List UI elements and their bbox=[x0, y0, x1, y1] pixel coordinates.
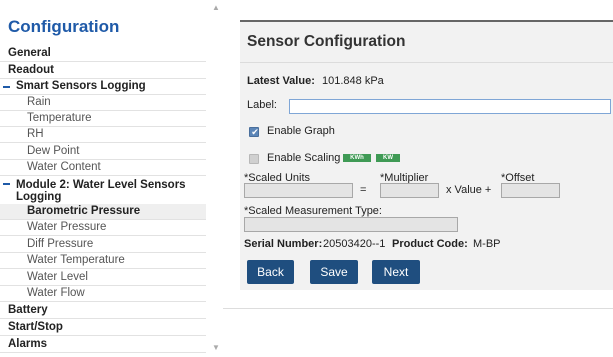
content-divider bbox=[223, 308, 613, 309]
sidebar-item-label: Barometric Pressure bbox=[27, 205, 141, 217]
panel-title: Sensor Configuration bbox=[247, 33, 406, 50]
sidebar-item-label: Smart Sensors Logging bbox=[16, 80, 146, 92]
sidebar-item-alarms[interactable]: Alarms bbox=[0, 337, 206, 353]
check-mark-icon: ✔ bbox=[251, 127, 259, 137]
sidebar-group-module-2[interactable]: Module 2: Water Level Sensors Logging bbox=[0, 177, 206, 205]
sidebar-item-label: Dew Point bbox=[27, 145, 80, 157]
sidebar-item-label: Readout bbox=[8, 64, 54, 76]
scroll-down-arrow-icon[interactable]: ▼ bbox=[212, 343, 220, 352]
sensor-configuration-panel: Sensor Configuration Latest Value: 101.8… bbox=[240, 20, 613, 290]
sidebar-item-general[interactable]: General bbox=[0, 46, 206, 62]
panel-divider bbox=[240, 62, 613, 63]
sidebar-item-barometric-pressure[interactable]: Barometric Pressure bbox=[0, 204, 206, 220]
sidebar-item-label: Water Flow bbox=[27, 287, 85, 299]
sidebar-title: Configuration bbox=[8, 17, 120, 36]
enable-graph-checkbox[interactable]: ✔ bbox=[249, 127, 259, 137]
scroll-up-arrow-icon[interactable]: ▲ bbox=[212, 3, 220, 12]
sidebar-item-label: Water Pressure bbox=[27, 221, 107, 233]
kwh-unit-badge[interactable]: KWh bbox=[343, 154, 371, 162]
next-button[interactable]: Next bbox=[372, 260, 420, 284]
product-code-value: M-BP bbox=[473, 238, 501, 250]
sidebar-scrollbar[interactable]: ▲ ▼ bbox=[211, 0, 223, 357]
sidebar-item-label: Temperature bbox=[27, 112, 92, 124]
enable-scaling-checkbox[interactable] bbox=[249, 154, 259, 164]
multiplier-input[interactable] bbox=[380, 183, 439, 198]
scaled-units-input[interactable] bbox=[244, 183, 353, 198]
scaled-measurement-type-label: *Scaled Measurement Type: bbox=[244, 205, 382, 217]
sidebar-item-dew-point[interactable]: Dew Point bbox=[0, 144, 206, 160]
app-window: Configuration General Readout Smart Sens… bbox=[0, 0, 613, 357]
x-value-plus-label: x Value + bbox=[446, 184, 492, 196]
sidebar-item-label: Module 2: Water Level Sensors Logging bbox=[16, 179, 186, 203]
sidebar-item-diff-pressure[interactable]: Diff Pressure bbox=[0, 237, 206, 253]
serial-number-label: Serial Number: bbox=[244, 238, 323, 250]
serial-number-value: 20503420--1 bbox=[323, 238, 386, 250]
sidebar-item-label: Water Content bbox=[27, 161, 101, 173]
equals-sign: = bbox=[360, 184, 367, 196]
back-button[interactable]: Back bbox=[247, 260, 294, 284]
sidebar-item-label: Rain bbox=[27, 96, 51, 108]
latest-value: 101.848 kPa bbox=[322, 75, 384, 87]
collapse-minus-icon[interactable] bbox=[3, 183, 10, 185]
sidebar-item-temperature[interactable]: Temperature bbox=[0, 111, 206, 127]
save-button[interactable]: Save bbox=[310, 260, 358, 284]
enable-scaling-label: Enable Scaling bbox=[267, 152, 341, 164]
sidebar-group-smart-sensors-logging[interactable]: Smart Sensors Logging bbox=[0, 79, 206, 95]
label-field-label: Label: bbox=[247, 99, 277, 111]
enable-graph-label: Enable Graph bbox=[267, 125, 335, 137]
sidebar-item-label: General bbox=[8, 47, 51, 59]
sidebar-item-label: Water Temperature bbox=[27, 254, 125, 266]
sidebar-item-label: Water Level bbox=[27, 271, 88, 283]
collapse-minus-icon[interactable] bbox=[3, 86, 10, 88]
kw-unit-badge[interactable]: KW bbox=[376, 154, 400, 162]
sidebar-item-label: RH bbox=[27, 128, 44, 140]
sidebar-item-label: Battery bbox=[8, 304, 48, 316]
sidebar-item-water-temperature[interactable]: Water Temperature bbox=[0, 253, 206, 269]
sidebar-item-rh[interactable]: RH bbox=[0, 127, 206, 143]
sidebar-item-label: Alarms bbox=[8, 338, 47, 350]
sidebar-item-battery[interactable]: Battery bbox=[0, 303, 206, 319]
sidebar-nav: Configuration General Readout Smart Sens… bbox=[0, 0, 212, 357]
sidebar-item-water-content[interactable]: Water Content bbox=[0, 160, 206, 176]
sidebar-item-rain[interactable]: Rain bbox=[0, 95, 206, 111]
sidebar-item-readout[interactable]: Readout bbox=[0, 63, 206, 79]
product-code-label: Product Code: bbox=[392, 238, 468, 250]
sidebar-item-water-level[interactable]: Water Level bbox=[0, 270, 206, 286]
latest-value-label: Latest Value: bbox=[247, 75, 315, 87]
sidebar-item-start-stop[interactable]: Start/Stop bbox=[0, 320, 206, 336]
label-input[interactable] bbox=[289, 99, 611, 114]
sidebar-item-water-flow[interactable]: Water Flow bbox=[0, 286, 206, 302]
sidebar-item-label: Start/Stop bbox=[8, 321, 63, 333]
scaled-measurement-type-input[interactable] bbox=[244, 217, 458, 232]
sidebar-item-label: Diff Pressure bbox=[27, 238, 94, 250]
sidebar-item-water-pressure[interactable]: Water Pressure bbox=[0, 220, 206, 236]
offset-input[interactable] bbox=[501, 183, 560, 198]
